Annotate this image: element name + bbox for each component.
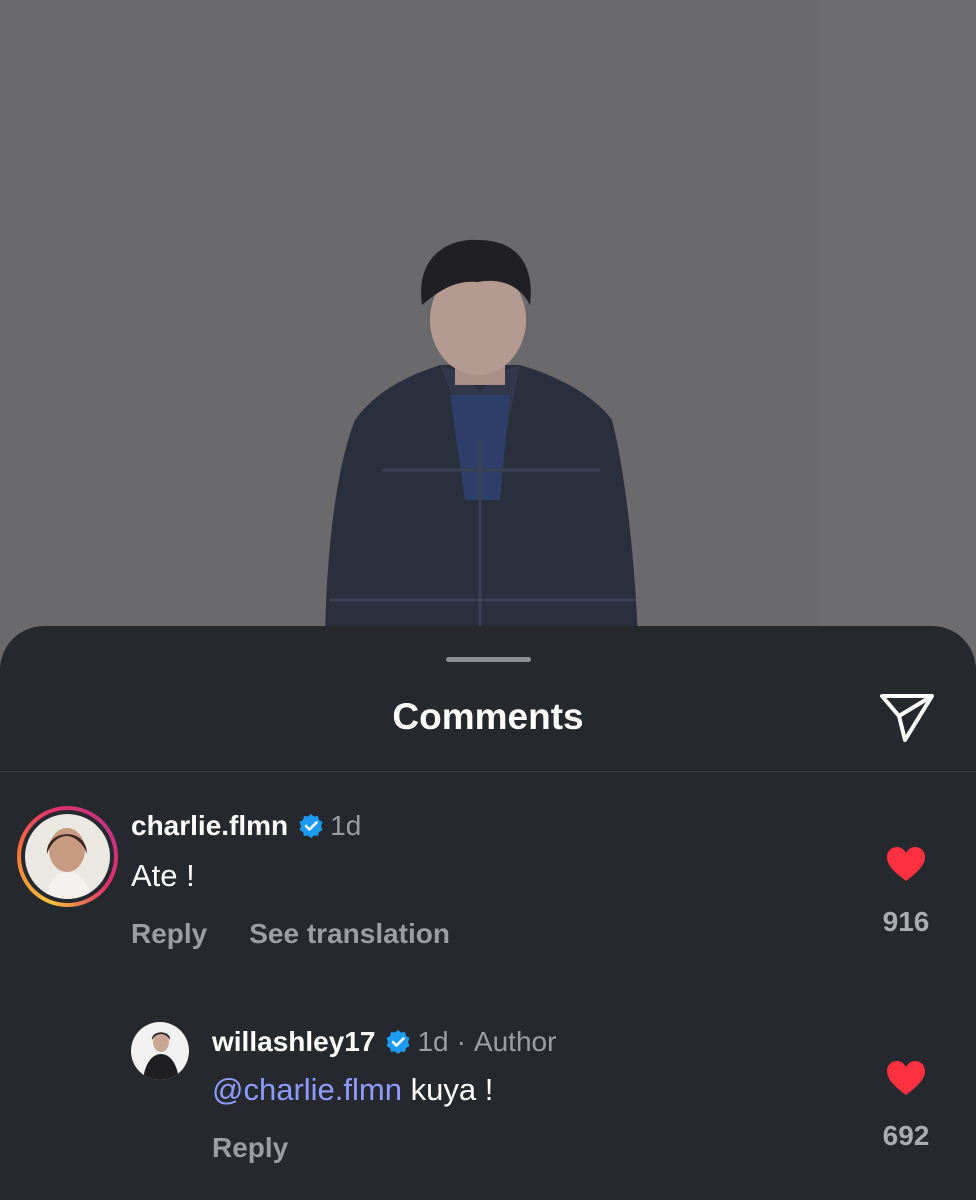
heart-filled-icon — [887, 847, 925, 881]
comment-item: charlie.flmn 1d Ate ! Reply See translat… — [0, 806, 976, 966]
heart-filled-icon — [887, 1061, 925, 1095]
paper-plane-icon — [880, 694, 934, 742]
person-photo — [0, 0, 976, 700]
comment-username[interactable]: charlie.flmn — [131, 810, 288, 842]
mention-link[interactable]: @charlie.flmn — [212, 1072, 402, 1107]
avatar[interactable] — [131, 1022, 189, 1080]
comment-timestamp: 1d — [417, 1026, 449, 1057]
header-divider — [0, 771, 976, 772]
comment-body: kuya ! — [410, 1072, 494, 1107]
author-label: Author — [473, 1026, 557, 1057]
verified-badge-icon — [385, 1029, 411, 1055]
verified-badge-icon — [298, 813, 324, 839]
reply-button[interactable]: Reply — [131, 918, 207, 950]
like-button[interactable] — [886, 846, 926, 887]
post-photo-background — [0, 0, 976, 700]
reply-button[interactable]: Reply — [212, 1132, 288, 1164]
meta-separator: · — [456, 1026, 466, 1057]
like-button[interactable] — [886, 1060, 926, 1101]
like-count: 692 — [882, 1120, 930, 1151]
avatar — [25, 814, 110, 899]
like-count: 916 — [882, 906, 930, 937]
avatar-story-ring[interactable] — [17, 806, 118, 907]
sheet-drag-handle[interactable] — [446, 657, 531, 662]
share-button[interactable] — [876, 688, 938, 746]
comment-username[interactable]: willashley17 — [212, 1026, 375, 1058]
comments-sheet: Comments charlie.flmn 1d Ate ! Reply See… — [0, 626, 976, 1200]
sheet-title: Comments — [392, 696, 584, 737]
reply-comment-item: willashley17 1d · Author @charlie.flmn k… — [0, 1022, 976, 1182]
see-translation-button[interactable]: See translation — [249, 918, 450, 950]
comment-text: @charlie.flmn kuya ! — [212, 1072, 493, 1108]
comment-text: Ate ! — [131, 858, 195, 893]
comment-timestamp: 1d — [330, 810, 362, 841]
